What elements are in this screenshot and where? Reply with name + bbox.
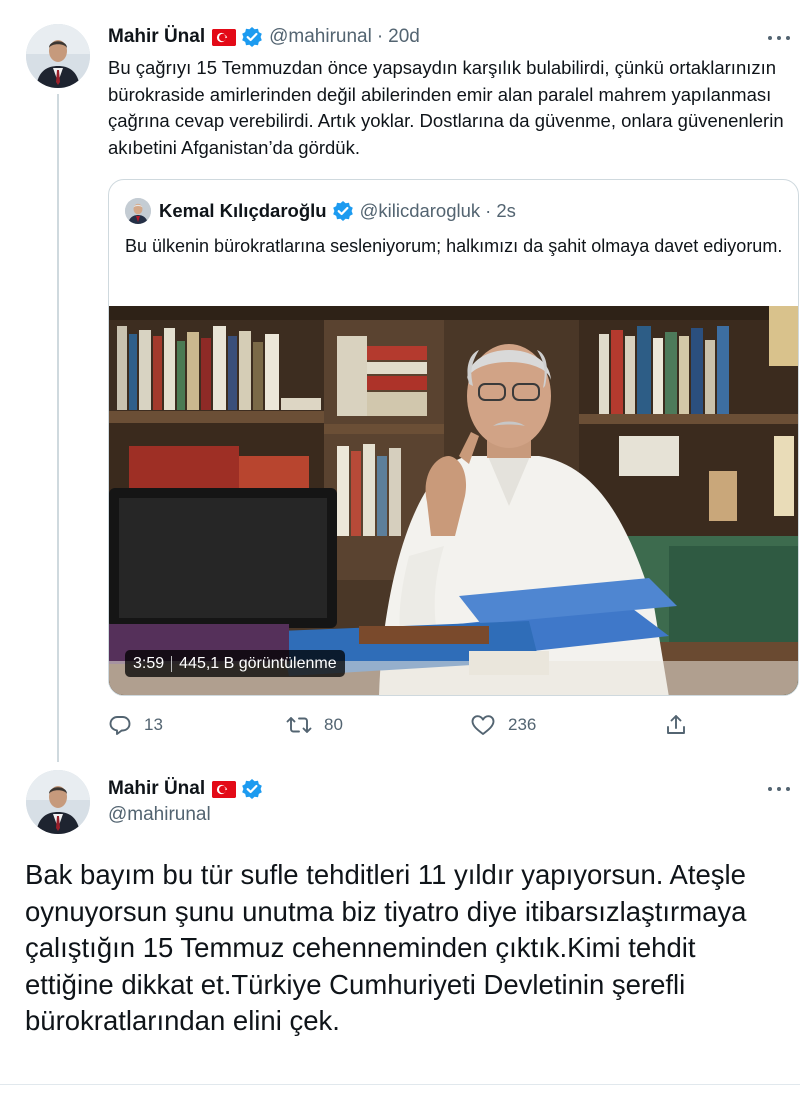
quoted-author-avatar[interactable]: [125, 198, 151, 224]
badge-divider: [171, 655, 173, 672]
quoted-tweet-header: Kemal Kılıçdaroğlu @kilicdarogluk · 2s: [125, 198, 516, 224]
quoted-author-name[interactable]: Kemal Kılıçdaroğlu: [159, 200, 327, 222]
tweet-reply[interactable]: Mahir Ünal @mahirunal Bak bayım bu tür s…: [0, 762, 800, 1110]
tweet-header: Mahir Ünal @mahirunal · 20d: [108, 24, 420, 50]
quoted-author-handle[interactable]: @kilicdarogluk: [360, 200, 481, 222]
like-icon: [471, 715, 495, 735]
tweet-timestamp[interactable]: 20d: [388, 26, 420, 48]
more-icon[interactable]: [768, 33, 790, 43]
verified-badge-icon: [332, 200, 354, 222]
like-count: 236: [508, 715, 537, 734]
like-button[interactable]: 236: [470, 708, 536, 742]
quoted-tweet-text: Bu ülkenin bürokratlarına sesleniyorum; …: [125, 236, 783, 256]
tweet-text: Bu çağrıyı 15 Temmuzdan önce yapsaydın k…: [108, 57, 784, 158]
video-info-badge: 3:59 445,1 B görüntülenme: [125, 650, 345, 677]
tweet-parent[interactable]: Mahir Ünal @mahirunal · 20d Bu çağrıyı 1…: [0, 0, 800, 762]
more-icon[interactable]: [768, 784, 790, 794]
verified-badge-icon: [241, 778, 263, 800]
tweet-text: Bak bayım bu tür sufle tehditleri 11 yıl…: [25, 859, 747, 1036]
share-button[interactable]: [664, 708, 700, 742]
video-thumbnail: [109, 306, 798, 695]
verified-badge-icon: [241, 26, 263, 48]
author-avatar[interactable]: [26, 770, 90, 834]
video-duration: 3:59: [133, 654, 165, 672]
author-name[interactable]: Mahir Ünal: [108, 26, 205, 48]
separator-dot: ·: [376, 26, 384, 47]
retweet-button[interactable]: 80: [286, 708, 343, 742]
tweet-header: Mahir Ünal: [108, 776, 263, 802]
tweet-actions: 13 80 236: [108, 708, 708, 742]
divider: [0, 1084, 800, 1085]
video-player[interactable]: 3:59 445,1 B görüntülenme: [109, 306, 798, 695]
turkey-flag-icon: [212, 780, 237, 798]
video-view-count: 445,1 B görüntülenme: [179, 654, 337, 672]
author-handle[interactable]: @mahirunal: [269, 26, 372, 48]
author-avatar[interactable]: [26, 24, 90, 88]
reply-count: 13: [144, 715, 163, 734]
share-icon: [667, 715, 685, 734]
thread-connector-line: [57, 94, 59, 762]
reply-icon: [109, 716, 131, 735]
retweet-icon: [286, 717, 312, 733]
author-handle[interactable]: @mahirunal: [108, 804, 211, 826]
reply-button[interactable]: 13: [108, 708, 163, 742]
separator-dot: ·: [485, 200, 492, 221]
turkey-flag-icon: [212, 28, 237, 46]
author-name[interactable]: Mahir Ünal: [108, 778, 205, 800]
retweet-count: 80: [324, 715, 343, 734]
quoted-tweet[interactable]: Kemal Kılıçdaroğlu @kilicdarogluk · 2s B…: [108, 179, 799, 696]
quoted-tweet-timestamp[interactable]: 2s: [496, 200, 516, 222]
